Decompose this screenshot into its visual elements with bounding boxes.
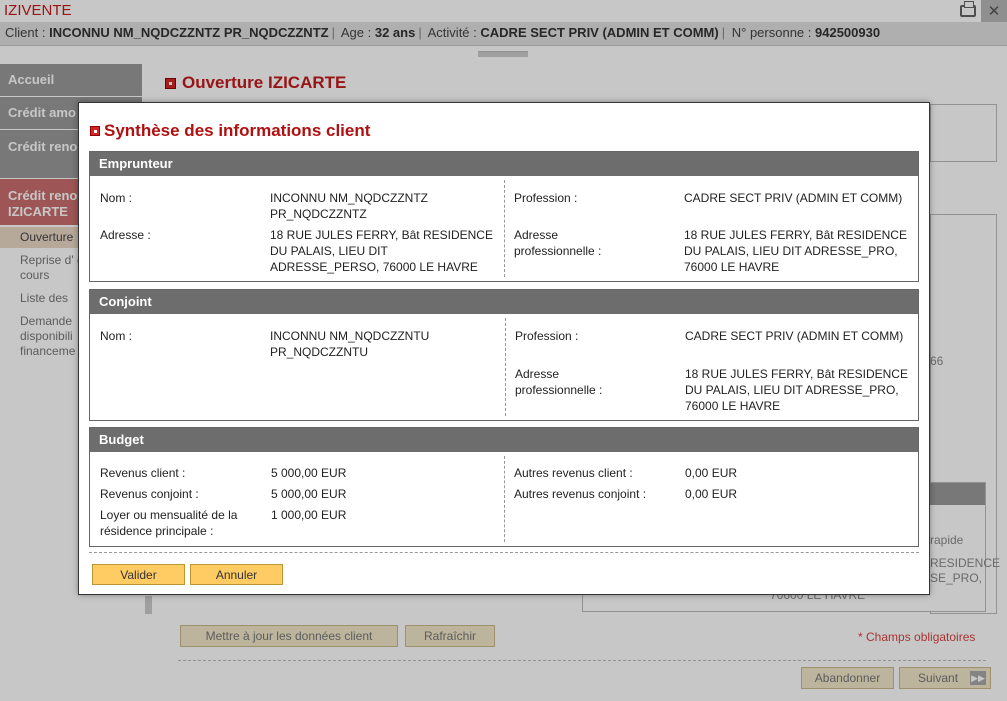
autres-revenus-conjoint-value: 0,00 EUR [685, 487, 738, 501]
column-divider [504, 180, 505, 277]
revenus-conjoint-label: Revenus conjoint : [100, 487, 199, 501]
column-divider [505, 318, 506, 416]
emprunteur-adresse-pro-label: Adresse professionnelle : [514, 228, 602, 258]
section-emprunteur-header: Emprunteur [90, 152, 918, 176]
autres-revenus-conjoint-label: Autres revenus conjoint : [514, 487, 647, 501]
emprunteur-profession-label: Profession : [514, 191, 578, 205]
section-budget-header: Budget [90, 428, 918, 452]
modal-footer-divider [89, 552, 919, 553]
revenus-client-label: Revenus client : [100, 466, 186, 480]
autres-revenus-client-value: 0,00 EUR [685, 466, 738, 480]
revenus-conjoint-value: 5 000,00 EUR [271, 487, 347, 501]
conjoint-nom-value: INCONNU NM_NQDCZZNTU PR_NQDCZZNTU [270, 329, 430, 359]
section-emprunteur: Emprunteur Nom : INCONNU NM_NQDCZZNTZ PR… [89, 151, 919, 282]
emprunteur-adresse-label: Adresse : [100, 228, 151, 242]
loyer-label: Loyer ou mensualité de la résidence prin… [100, 508, 238, 538]
autres-revenus-client-label: Autres revenus client : [514, 466, 633, 480]
emprunteur-nom-label: Nom : [100, 191, 133, 205]
modal-title: Synthèse des informations client [90, 121, 370, 141]
annuler-button[interactable]: Annuler [190, 564, 283, 585]
emprunteur-adresse-pro-value: 18 RUE JULES FERRY, Bât RESIDENCE DU PAL… [684, 228, 907, 274]
conjoint-profession-label: Profession : [515, 329, 579, 343]
column-divider [504, 456, 505, 542]
section-conjoint: Conjoint Nom : INCONNU NM_NQDCZZNTU PR_N… [89, 289, 919, 421]
valider-button[interactable]: Valider [92, 564, 185, 585]
modal-title-bullet-icon [90, 126, 100, 136]
conjoint-adresse-pro-label: Adresse professionnelle : [515, 367, 603, 397]
emprunteur-adresse-value: 18 RUE JULES FERRY, Bât RESIDENCE DU PAL… [270, 228, 493, 274]
conjoint-adresse-pro-value: 18 RUE JULES FERRY, Bât RESIDENCE DU PAL… [685, 367, 908, 413]
modal-title-text: Synthèse des informations client [104, 121, 371, 140]
revenus-client-value: 5 000,00 EUR [271, 466, 347, 480]
loyer-value: 1 000,00 EUR [271, 508, 347, 522]
emprunteur-profession-value: CADRE SECT PRIV (ADMIN ET COMM) [684, 191, 903, 205]
conjoint-nom-label: Nom : [100, 329, 133, 343]
section-budget: Budget Revenus client : 5 000,00 EUR Rev… [89, 427, 919, 547]
client-summary-modal: Synthèse des informations client Emprunt… [78, 102, 930, 595]
conjoint-profession-value: CADRE SECT PRIV (ADMIN ET COMM) [685, 329, 904, 343]
section-conjoint-header: Conjoint [90, 290, 918, 314]
emprunteur-nom-value: INCONNU NM_NQDCZZNTZ PR_NQDCZZNTZ [270, 191, 428, 221]
